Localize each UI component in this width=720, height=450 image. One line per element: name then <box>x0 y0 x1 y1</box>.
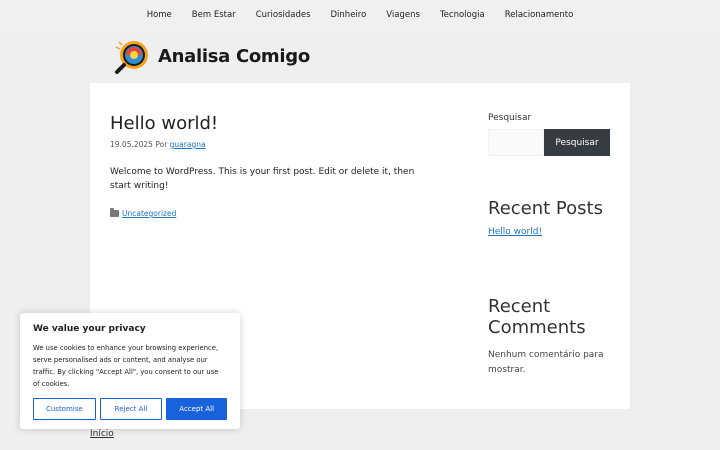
post-categories: Uncategorized <box>110 208 430 218</box>
search-form: Pesquisar <box>488 129 612 156</box>
search-input[interactable] <box>488 129 544 156</box>
footer-link-inicio[interactable]: Início <box>90 429 114 439</box>
nav-item-tecnologia[interactable]: Tecnologia <box>430 0 495 30</box>
nav-item-home[interactable]: Home <box>137 0 182 30</box>
nav-item-viagens[interactable]: Viagens <box>376 0 430 30</box>
search-button[interactable]: Pesquisar <box>544 129 610 156</box>
cookie-text: We use cookies to enhance your browsing … <box>33 344 219 388</box>
top-navigation: Home Bem Estar Curiosidades Dinheiro Via… <box>0 0 720 30</box>
nav-item-bem-estar[interactable]: Bem Estar <box>182 0 246 30</box>
post-by-label: Por <box>155 140 168 149</box>
cookie-consent-banner: We value your privacy We use cookies to … <box>20 313 240 429</box>
nav-item-curiosidades[interactable]: Curiosidades <box>246 0 321 30</box>
customise-button[interactable]: Customise <box>33 398 96 420</box>
cookie-title: We value your privacy <box>33 324 146 334</box>
post-date: 19.05.2025 <box>110 140 153 149</box>
post-author-link[interactable]: guaragna <box>170 140 206 149</box>
search-label: Pesquisar <box>488 113 532 123</box>
recent-posts-title: Recent Posts <box>488 198 603 219</box>
nav-item-dinheiro[interactable]: Dinheiro <box>321 0 377 30</box>
reject-all-button[interactable]: Reject All <box>99 398 163 420</box>
folder-icon <box>110 208 119 217</box>
sidebar: Pesquisar Pesquisar Recent Posts Hello w… <box>488 113 612 375</box>
post-body: Welcome to WordPress. This is your first… <box>110 167 415 191</box>
post-title[interactable]: Hello world! <box>110 113 430 135</box>
magnifier-logo-icon[interactable] <box>112 39 156 75</box>
site-brand[interactable]: Analisa Comigo <box>158 46 310 67</box>
recent-comments-widget: Recent Comments Nenhum comentário para m… <box>488 296 612 378</box>
post-meta: 19.05.2025 Por guaragna <box>110 140 430 149</box>
category-link[interactable]: Uncategorized <box>122 209 176 218</box>
recent-posts-widget: Recent Posts Hello world! <box>488 198 612 237</box>
accept-all-button[interactable]: Accept All <box>166 398 228 420</box>
post-article: Hello world! 19.05.2025 Por guaragna Wel… <box>110 113 430 218</box>
cookie-actions: Customise Reject All Accept All <box>33 398 228 420</box>
no-comments-text: Nenhum comentário para mostrar. <box>488 350 604 375</box>
site-header: Analisa Comigo <box>90 30 630 83</box>
recent-post-link[interactable]: Hello world! <box>488 227 612 237</box>
recent-comments-title: Recent Comments <box>488 296 586 338</box>
nav-item-relacionamento[interactable]: Relacionamento <box>495 0 584 30</box>
